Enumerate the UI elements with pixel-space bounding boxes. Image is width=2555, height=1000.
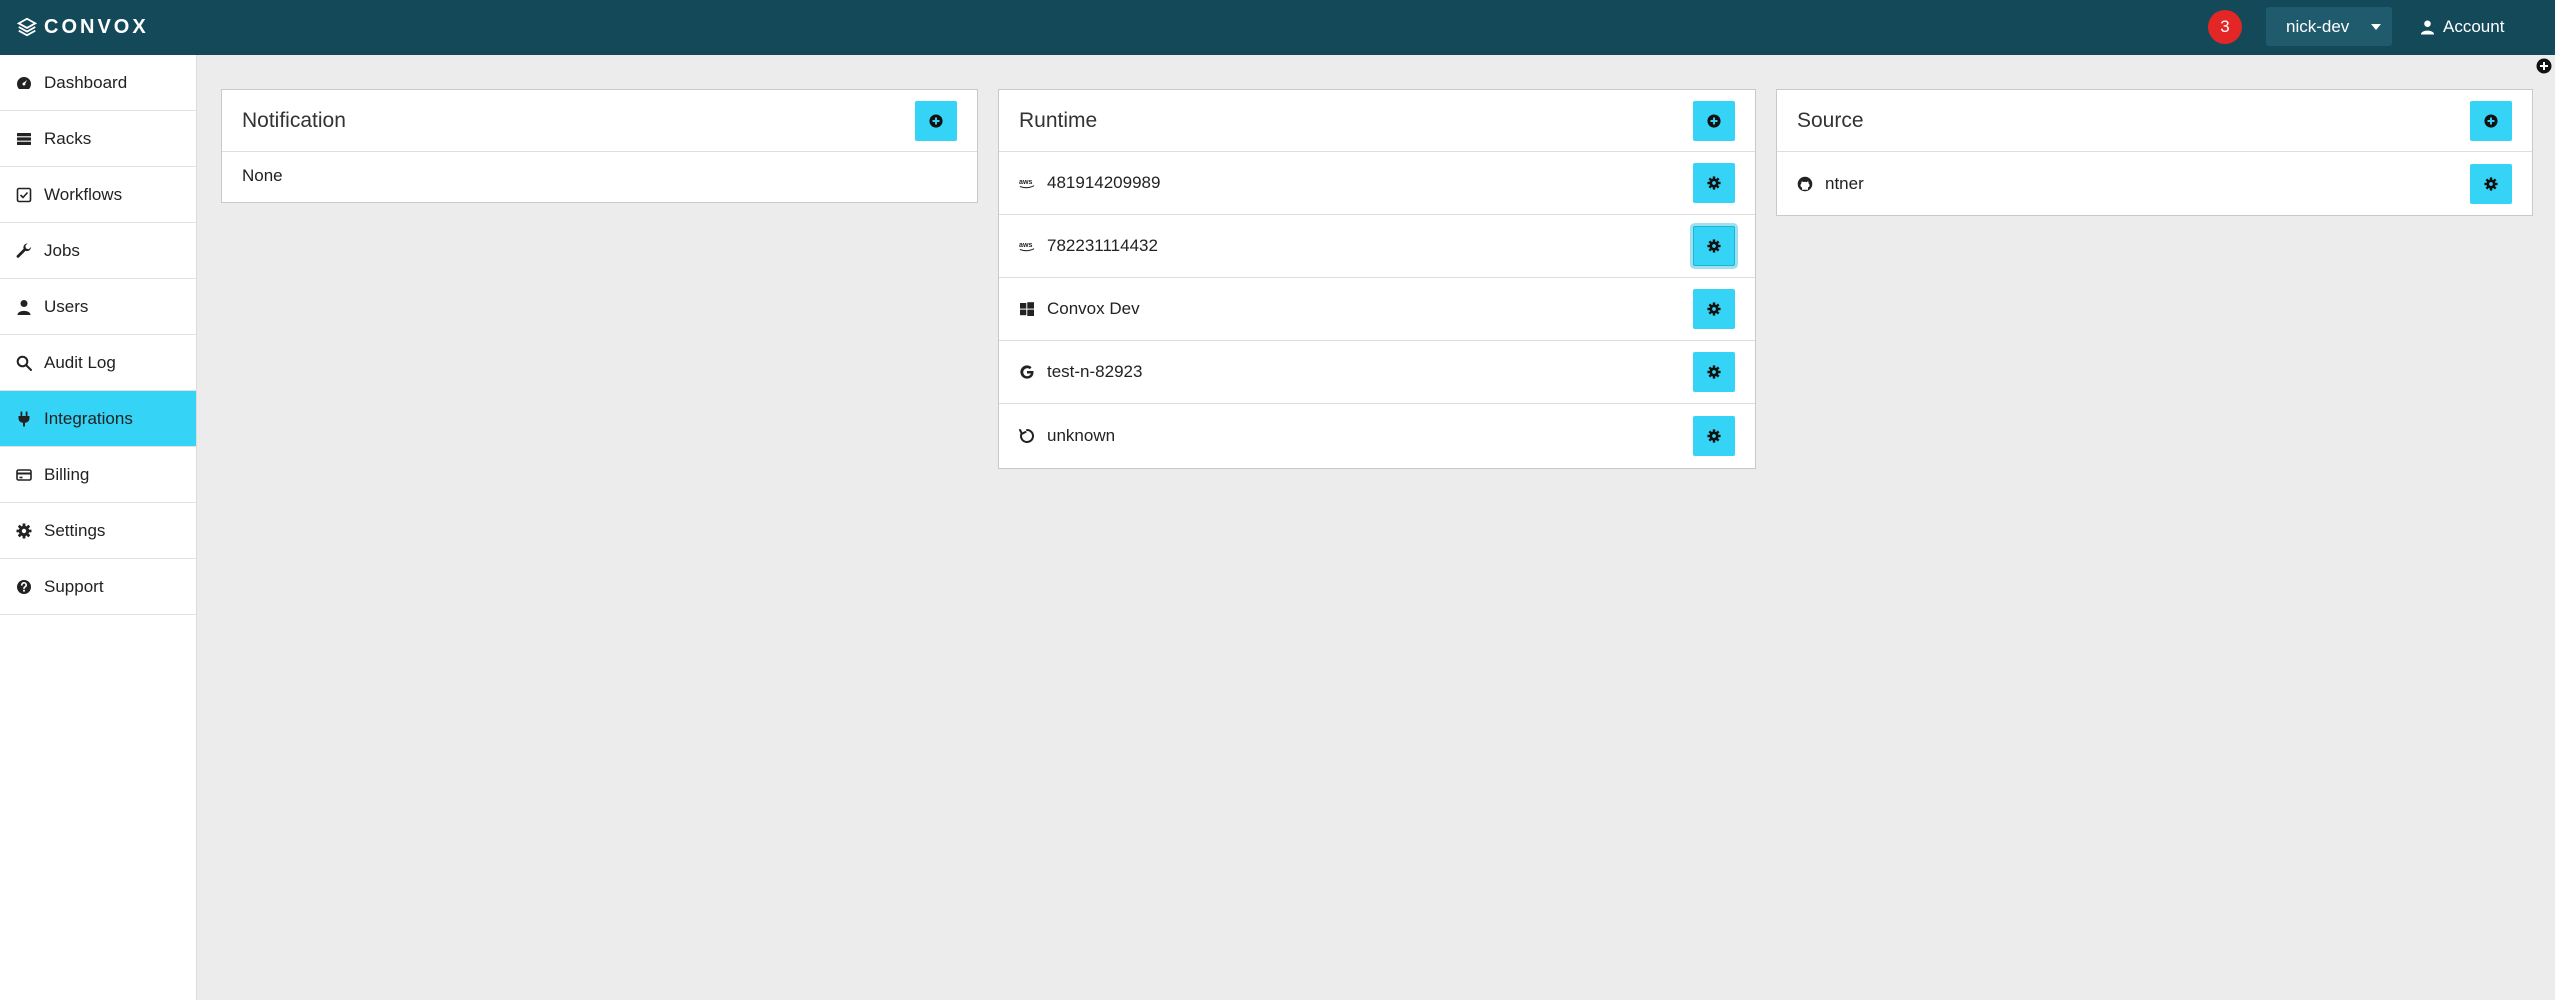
brand-name: CONVOX [44, 15, 149, 38]
user-icon [2420, 20, 2435, 35]
runtime-label: unknown [1047, 425, 1116, 445]
list-item: aws 481914209989 [999, 152, 1755, 215]
runtime-settings-button[interactable] [1693, 352, 1735, 392]
gear-icon [1707, 365, 1721, 379]
plug-icon [18, 411, 30, 426]
convox-logo-icon [16, 17, 38, 37]
convox-logo[interactable]: CONVOX [16, 13, 149, 41]
sidebar-item-label: Integrations [44, 408, 133, 428]
add-runtime-button[interactable] [1693, 100, 1735, 141]
gear-icon [1707, 239, 1721, 253]
card-header: Source [1777, 90, 2532, 152]
source-label: ntner [1825, 173, 1864, 193]
sidebar-item-label: Jobs [44, 240, 80, 260]
gear-icon [1707, 302, 1721, 316]
list-item: unknown [999, 404, 1755, 467]
runtime-label: test-n-82923 [1047, 362, 1143, 381]
sidebar-item-label: Billing [44, 464, 90, 484]
sidebar-item-users[interactable]: Users [0, 279, 196, 335]
account-label: Account [2443, 17, 2505, 36]
plus-circle-icon [1707, 113, 1721, 128]
sidebar-item-racks[interactable]: Racks [0, 111, 196, 167]
svg-text:aws: aws [1019, 178, 1032, 186]
sidebar-item-label: Settings [44, 520, 106, 540]
user-icon [17, 299, 31, 315]
top-bar: CONVOX 3 nick-dev Account [0, 0, 2555, 55]
runtime-settings-button[interactable] [1693, 163, 1735, 203]
empty-state-text: None [242, 166, 283, 185]
source-card: Source ntner [1776, 89, 2533, 216]
plus-circle-icon [2484, 113, 2498, 128]
sidebar-item-dashboard[interactable]: Dashboard [0, 55, 196, 111]
list-item: test-n-82923 [999, 341, 1755, 404]
sidebar: Dashboard Racks Workflows Jobs Users Aud… [0, 55, 197, 1000]
rack-name: nick-dev [2286, 16, 2350, 36]
sidebar-item-label: Workflows [44, 184, 123, 204]
runtime-label: Convox Dev [1047, 299, 1140, 318]
sidebar-item-settings[interactable]: Settings [0, 503, 196, 559]
sidebar-item-label: Users [44, 296, 89, 316]
card-title: Source [1797, 108, 1864, 132]
aws-icon: aws [1019, 175, 1037, 191]
plus-circle-icon[interactable] [2536, 58, 2552, 74]
add-notification-button[interactable] [915, 100, 957, 141]
sidebar-item-workflows[interactable]: Workflows [0, 167, 196, 223]
sidebar-item-label: Dashboard [44, 72, 128, 92]
plus-circle-icon [929, 113, 943, 128]
account-menu[interactable]: Account [2420, 14, 2504, 40]
caret-down-icon[interactable] [2360, 23, 2392, 30]
windows-icon [1019, 301, 1037, 317]
github-icon [1797, 176, 1815, 192]
question-circle-icon [17, 579, 31, 594]
runtime-card: Runtime aws 481914209989 aws 78223111443… [998, 89, 1756, 469]
aws-icon: aws [1019, 238, 1037, 254]
notification-badge[interactable]: 3 [2208, 10, 2242, 44]
runtime-label: 481914209989 [1047, 173, 1161, 192]
notification-card: Notification None [221, 89, 978, 203]
card-header: Notification [222, 90, 977, 152]
list-item: Convox Dev [999, 278, 1755, 341]
sidebar-item-billing[interactable]: Billing [0, 447, 196, 503]
sidebar-item-audit-log[interactable]: Audit Log [0, 335, 196, 391]
server-icon [17, 132, 31, 145]
dashboard-icon [17, 76, 31, 89]
sidebar-item-support[interactable]: Support [0, 559, 196, 615]
source-settings-button[interactable] [2470, 163, 2512, 204]
sidebar-item-jobs[interactable]: Jobs [0, 223, 196, 279]
sidebar-item-label: Racks [44, 128, 92, 148]
check-square-icon [16, 187, 32, 202]
runtime-label: 782231114432 [1047, 236, 1158, 255]
google-icon [1019, 364, 1037, 380]
gear-icon [1707, 176, 1721, 190]
gear-icon [16, 523, 32, 538]
sidebar-item-label: Audit Log [44, 352, 116, 372]
runtime-settings-button[interactable] [1693, 226, 1735, 266]
credit-card-icon [16, 468, 32, 481]
runtime-settings-button[interactable] [1693, 415, 1735, 456]
gear-icon [1707, 428, 1721, 443]
wrench-icon [16, 242, 32, 258]
sidebar-item-integrations[interactable]: Integrations [0, 391, 196, 447]
card-title: Runtime [1019, 108, 1098, 132]
search-icon [16, 355, 32, 371]
card-header: Runtime [999, 90, 1755, 152]
svg-text:aws: aws [1019, 241, 1032, 249]
rack-selector[interactable]: nick-dev [2266, 7, 2392, 46]
sidebar-item-label: Support [44, 576, 104, 596]
list-item: ntner [1777, 152, 2532, 215]
card-title: Notification [242, 108, 346, 132]
gear-icon [2484, 176, 2498, 191]
spinner-icon [1019, 428, 1037, 444]
add-source-button[interactable] [2470, 100, 2512, 141]
runtime-settings-button[interactable] [1693, 289, 1735, 329]
list-item: aws 782231114432 [999, 215, 1755, 278]
